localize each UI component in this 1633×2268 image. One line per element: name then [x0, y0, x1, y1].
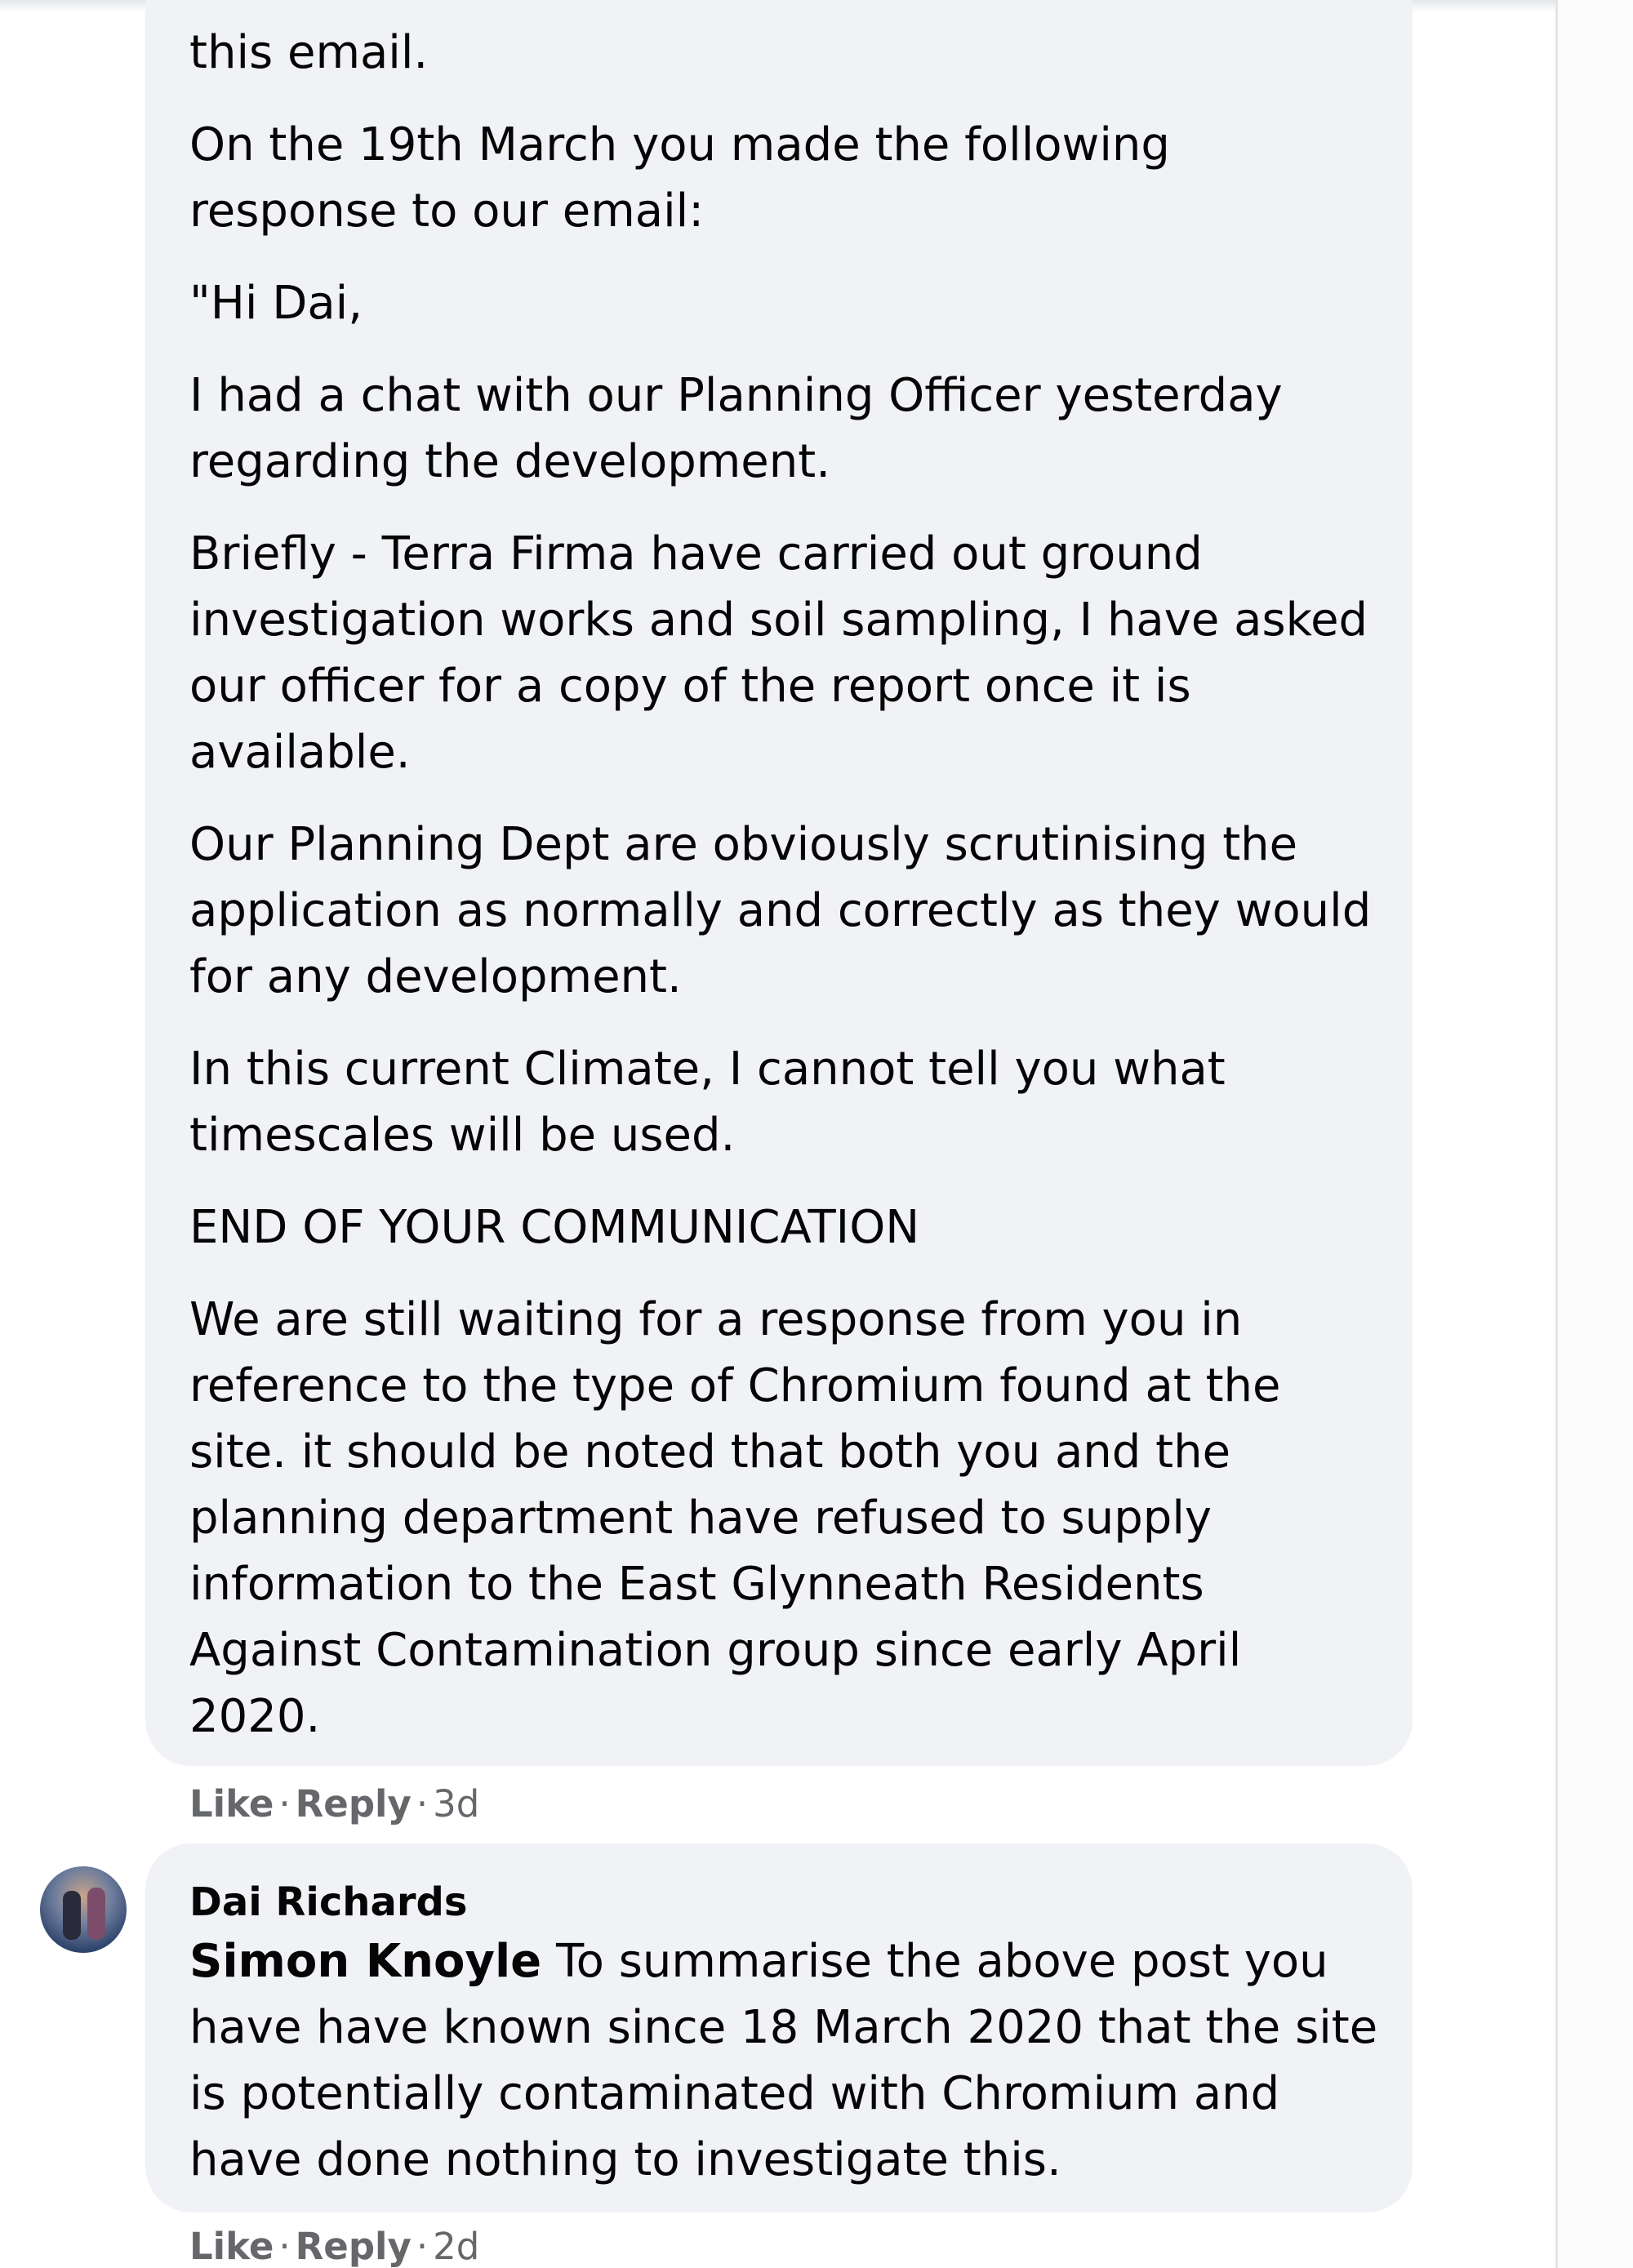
separator-dot: · [416, 1782, 429, 1826]
comment-paragraph: Our Planning Dept are obviously scrutini… [189, 818, 1372, 1003]
comment-bubble-1: this email. On the 19th March you made t… [145, 0, 1413, 1766]
avatar[interactable] [40, 1866, 127, 1953]
comment-bubble-2: Dai Richards Simon Knoyle To summarise t… [145, 1843, 1413, 2212]
mention-link[interactable]: Simon Knoyle [189, 1935, 541, 1988]
comment-thread: this email. On the 19th March you made t… [0, 0, 1633, 2268]
comment-paragraph: "Hi Dai, [189, 277, 363, 330]
reply-button[interactable]: Reply [296, 2225, 412, 2268]
avatar-figure [63, 1891, 81, 1940]
comment-paragraph: In this current Climate, I cannot tell y… [189, 1043, 1226, 1162]
comment-paragraph: We are still waiting for a response from… [189, 1293, 1281, 1743]
separator-dot: · [278, 1782, 291, 1826]
comment-timestamp[interactable]: 3d [433, 1782, 479, 1826]
like-button[interactable]: Like [189, 1782, 274, 1826]
avatar-figure [87, 1888, 105, 1940]
right-panel [1558, 0, 1633, 2268]
reply-button[interactable]: Reply [296, 1782, 412, 1826]
comment-timestamp[interactable]: 2d [433, 2225, 479, 2268]
comment-paragraph: this email. [189, 26, 429, 79]
comment-paragraph: On the 19th March you made the following… [189, 118, 1170, 238]
comment-paragraph: Briefly - Terra Firma have carried out g… [189, 527, 1368, 779]
comment-paragraph: I had a chat with our Planning Officer y… [189, 369, 1283, 488]
comment-paragraph: END OF YOUR COMMUNICATION [189, 1201, 920, 1254]
separator-dot: · [416, 2225, 429, 2268]
comment-actions-2: Like · Reply · 2d [189, 2222, 479, 2268]
like-button[interactable]: Like [189, 2225, 274, 2268]
comment-actions-1: Like · Reply · 3d [189, 1780, 479, 1829]
comment-text: Simon Knoyle To summarise the above post… [189, 1928, 1398, 2193]
separator-dot: · [278, 2225, 291, 2268]
comment-author[interactable]: Dai Richards [189, 1843, 1413, 1927]
